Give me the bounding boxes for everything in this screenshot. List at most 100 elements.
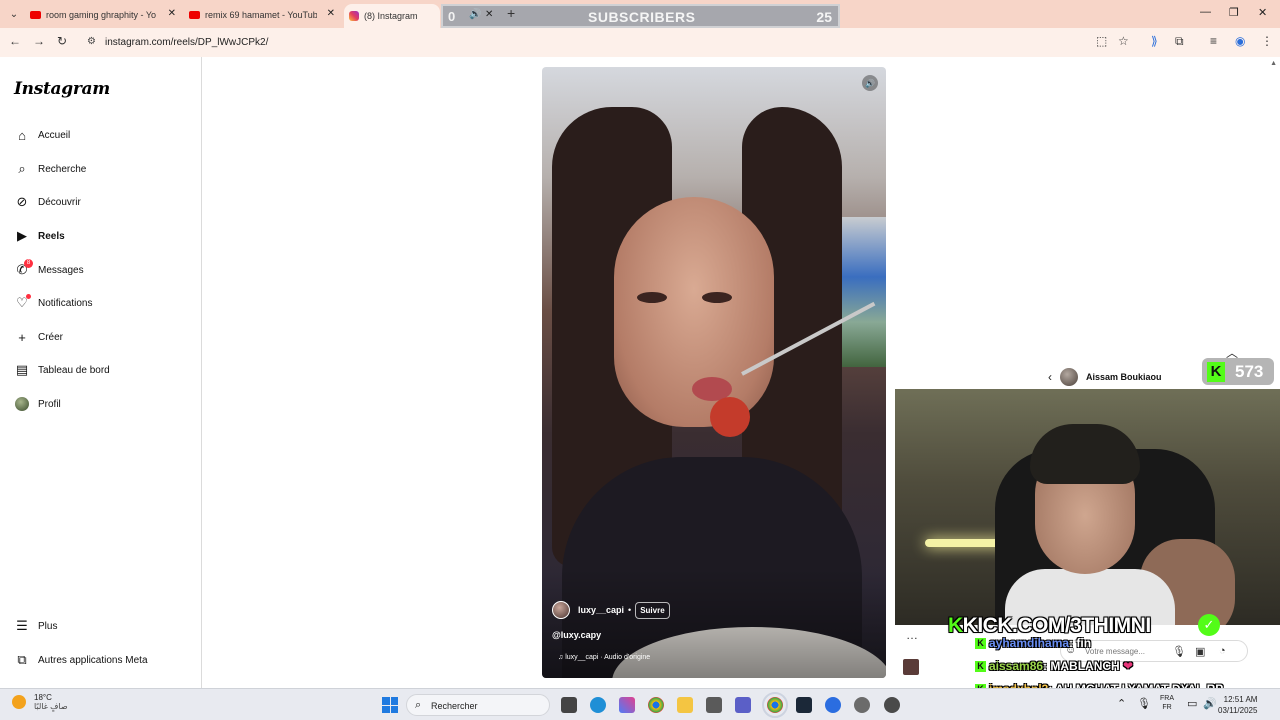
tab-search-button[interactable]: ⌄ [6,6,22,22]
extensions-puzzle-icon[interactable]: ⧉ [1175,34,1184,49]
microphone-icon[interactable]: 🎙 [1172,645,1186,658]
nav-item-recherche[interactable]: ⌕ Recherche [14,159,86,179]
copilot-icon[interactable] [619,697,635,713]
nav-item-autres-applications-meta[interactable]: ⧉ Autres applications Meta [14,650,148,670]
reload-icon[interactable]: ↻ [57,34,67,48]
obs-icon[interactable] [884,697,900,713]
tab-youtube-remix[interactable]: remix 69 hamamet - YouTube ✕ [189,4,339,26]
reels-icon: ▶ [17,228,27,243]
youtube-icon [30,11,41,19]
taskbar-search-label: Rechercher [431,701,478,711]
forward-icon[interactable]: → [33,34,45,48]
nav-item-tableau-de-bord[interactable]: ▤ Tableau de bord [14,360,110,380]
nav-label: Plus [38,620,58,632]
nav-label: Autres applications Meta [38,654,148,666]
more-options-icon[interactable]: … [906,628,918,642]
site-info-icon[interactable]: ⚙ [87,36,96,47]
scroll-up-arrow[interactable]: ▲ [1270,60,1277,67]
dm-contact-name[interactable]: Aissam Boukiaou [1086,372,1162,382]
weather-widget[interactable]: 18°C صافٍ غالبًا [34,693,68,711]
kick-viewer-badge: K 573 [1202,358,1274,385]
chrome-active-icon[interactable] [762,692,788,718]
reel-shade [542,568,886,678]
taskbar-search[interactable]: ⌕ Rechercher [406,694,550,716]
subscriber-left-count: 0 [448,9,456,24]
nav-label: Découvrir [38,196,81,208]
chevron-left-icon[interactable]: ‹ [1048,370,1052,384]
restore-icon[interactable]: ❐ [1229,6,1239,19]
steam-icon[interactable] [796,697,812,713]
reel-audio[interactable]: ♫ luxy__capi · Audio d'origine [558,654,650,661]
speaker-icon[interactable]: 🔊 [469,9,481,20]
back-icon[interactable]: ← [9,34,21,48]
nav-item-profil[interactable]: Profil [14,394,61,414]
avatar [903,659,919,675]
nav-item-messages[interactable]: ✆ 8 Messages [14,259,84,280]
nav-label: Reels [38,230,65,242]
reel-caption[interactable]: @luxy.capy [552,630,601,640]
image-icon[interactable]: ▣ [1195,645,1205,658]
nav-item-creer[interactable]: + Créer [14,327,63,347]
kick-badge-icon: K [975,638,986,650]
separator-dot: • [628,605,632,615]
settings-icon[interactable] [854,697,870,713]
profile-icon[interactable]: ◉ [1235,34,1245,48]
tab-youtube-room[interactable]: room gaming ghraphity - YouT ✕ [30,4,180,26]
new-tab-button[interactable]: + [507,5,515,21]
teams-icon[interactable] [735,697,751,713]
messages-badge: 8 [24,259,33,268]
media-control-icon[interactable]: ≡ [1210,34,1217,48]
system-clock[interactable]: 12:51 AM 03/11/2025 [1218,694,1257,716]
address-bar[interactable]: ⚙ instagram.com/reels/DP_lWwJCPk2/ [79,31,1139,54]
app-icon[interactable] [825,697,841,713]
close-window-icon[interactable]: ✕ [1258,6,1267,19]
menu-icon: ☰ [16,618,28,633]
bookmark-star-icon[interactable]: ☆ [1118,34,1129,48]
more-menu-icon[interactable]: ⋮ [1261,34,1273,48]
minimize-icon[interactable]: — [1200,6,1211,18]
file-explorer-icon[interactable] [677,697,693,713]
weather-condition: صافٍ غالبًا [34,702,68,711]
close-icon[interactable]: ✕ [168,8,176,19]
chat-text: : fin [1069,636,1092,650]
nav-item-reels[interactable]: ▶ Reels [14,226,65,246]
nav-item-decouvrir[interactable]: ⊘ Découvrir [14,192,81,212]
reel-video[interactable]: 🔊 luxy__capi • Suivre @luxy.capy ♫ luxy_… [542,67,886,678]
url-text: instagram.com/reels/DP_lWwJCPk2/ [105,37,269,48]
avatar[interactable] [1060,368,1078,386]
language-indicator[interactable]: FRA FR [1160,694,1174,712]
windows-start-icon[interactable] [382,697,398,713]
reel-username[interactable]: luxy__capi [578,605,624,615]
edge-icon[interactable] [590,697,606,713]
avatar[interactable] [552,601,570,619]
follow-button[interactable]: Suivre [635,601,670,619]
nav-item-notifications[interactable]: ♡ Notifications [14,293,92,313]
music-note-icon: ♫ [558,654,564,661]
kick-badge-icon: K [975,661,986,673]
store-icon[interactable] [706,697,722,713]
instagram-logo[interactable]: Instagram [14,79,110,99]
close-icon[interactable]: ✕ [327,8,335,19]
tray-overflow-icon[interactable]: ⌃ [1117,697,1126,710]
task-view-icon[interactable] [561,697,577,713]
volume-icon[interactable]: 🔊 [1203,697,1217,710]
audio-toggle-icon[interactable]: 🔊 [862,75,878,91]
nav-item-plus[interactable]: ☰ Plus [14,616,57,636]
subscriber-overlay: 0 🔊 ✕ SUBSCRIBERS 25 [441,4,840,28]
subscriber-title: SUBSCRIBERS [588,9,696,25]
extension-icon[interactable]: ⟫ [1151,34,1158,48]
close-icon[interactable]: ✕ [485,9,493,20]
microphone-icon[interactable]: 🎙 [1137,697,1151,710]
weather-icon[interactable] [12,695,26,709]
reel-figure [702,292,732,303]
streamer-hair [1030,424,1140,484]
tab-title: (8) Instagram [364,11,418,21]
network-icon[interactable]: ▭ [1187,697,1197,710]
tab-instagram[interactable]: (8) Instagram [344,4,440,28]
chrome-icon[interactable] [648,697,664,713]
nav-item-accueil[interactable]: ⌂ Accueil [14,125,70,145]
kick-logo-icon: K [948,614,963,637]
sticker-icon[interactable]: ◔ [1219,645,1226,657]
reel-food [710,397,750,437]
install-app-icon[interactable]: ⬚ [1096,34,1107,48]
